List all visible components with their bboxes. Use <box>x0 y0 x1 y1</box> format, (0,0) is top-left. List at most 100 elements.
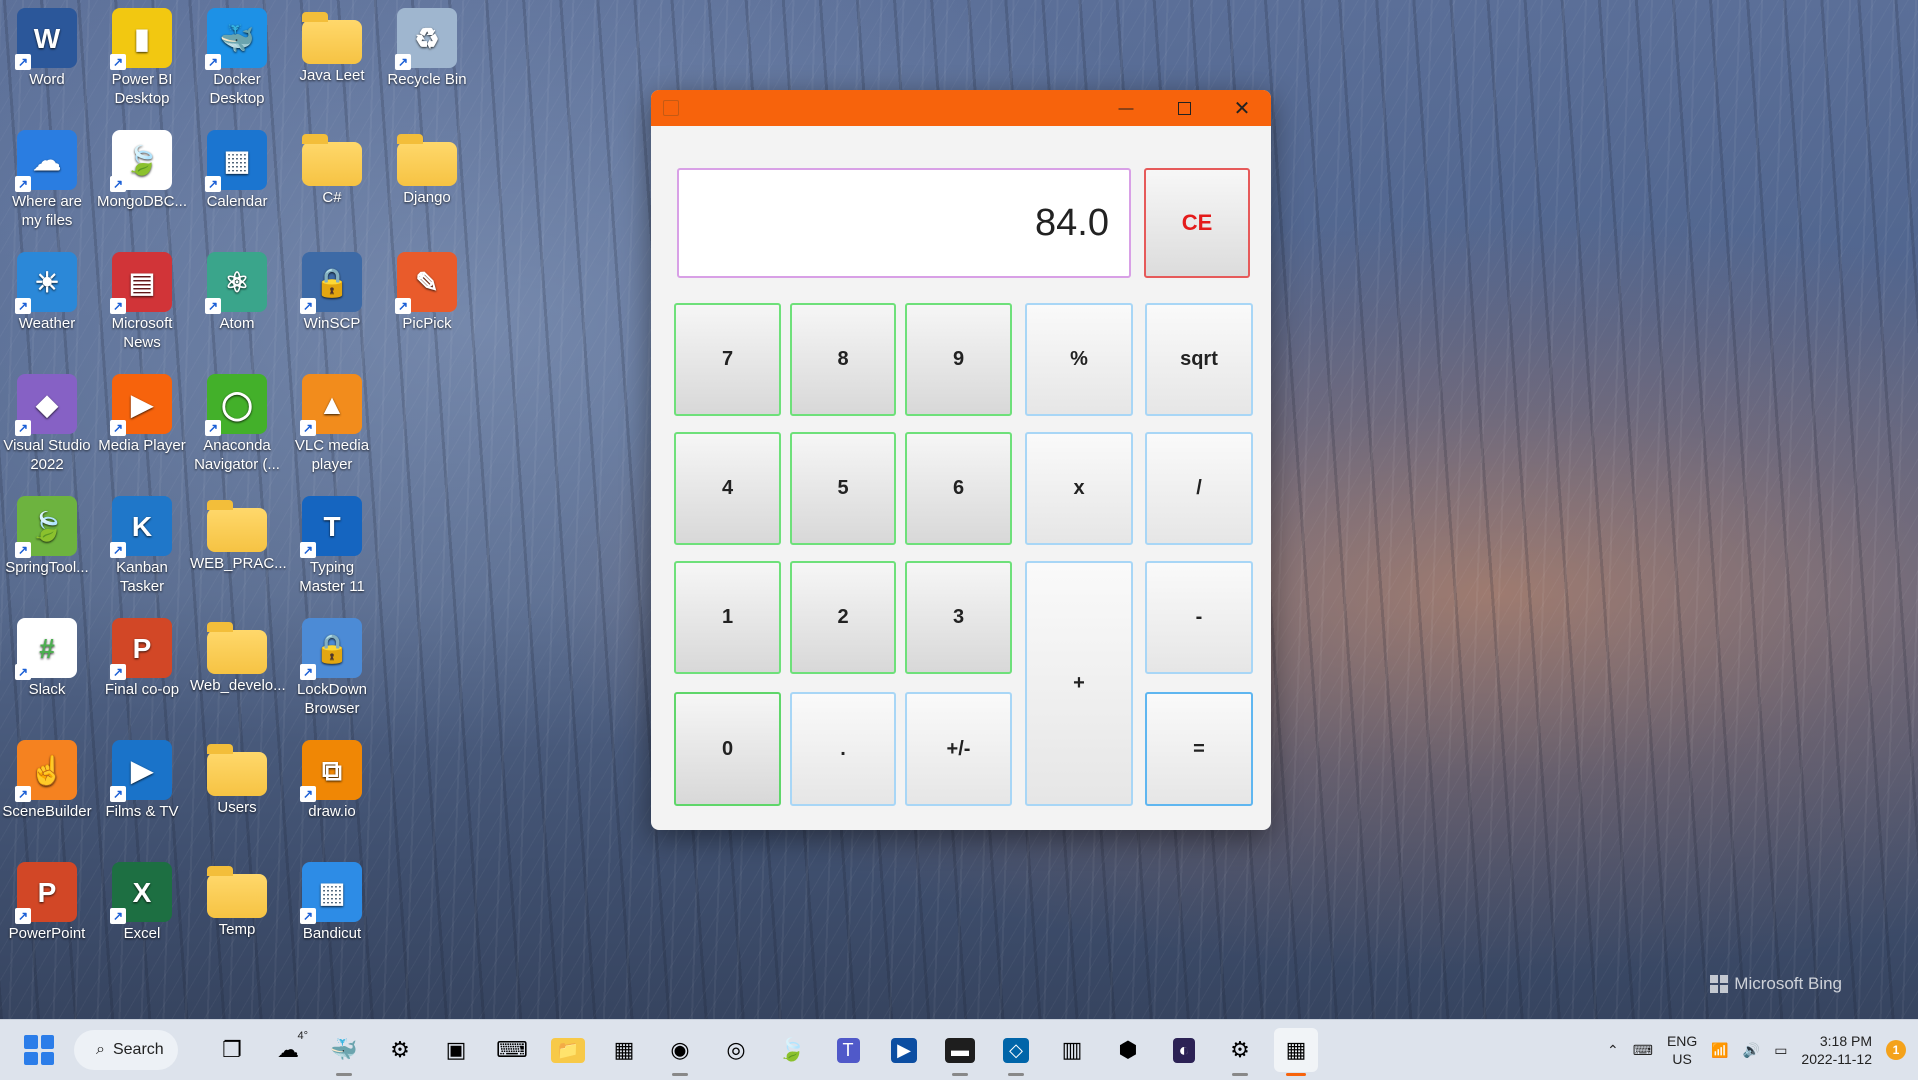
key-4[interactable]: 4 <box>674 432 781 545</box>
desktop-icon[interactable]: ▦ ↗ Calendar <box>190 122 284 211</box>
desktop-icon[interactable]: 🔒 ↗ WinSCP <box>285 244 379 333</box>
taskbar-app[interactable]: ▶ <box>882 1028 926 1072</box>
taskbar-app[interactable]: ❐ <box>210 1028 254 1072</box>
desktop-icon[interactable]: WEB_PRAC... <box>190 488 287 573</box>
multiply-button[interactable]: x <box>1025 432 1133 545</box>
taskbar-app[interactable]: ⚙ <box>378 1028 422 1072</box>
taskbar-app[interactable]: ◉ <box>658 1028 702 1076</box>
desktop-icon[interactable]: P ↗ PowerPoint <box>0 854 94 943</box>
shortcut-arrow-icon: ↗ <box>300 542 316 558</box>
desktop-icon[interactable]: 🍃 ↗ SpringTool... <box>0 488 94 577</box>
key-2[interactable]: 2 <box>790 561 896 674</box>
desktop-icon[interactable]: ▮ ↗ Power BI Desktop <box>95 0 189 108</box>
language-indicator[interactable]: ENG US <box>1667 1032 1697 1068</box>
taskbar-app[interactable]: ◎ <box>714 1028 758 1072</box>
shortcut-arrow-icon: ↗ <box>300 420 316 436</box>
desktop-icon[interactable]: 🐳 ↗ Docker Desktop <box>190 0 284 108</box>
key-8[interactable]: 8 <box>790 303 896 416</box>
key-5[interactable]: 5 <box>790 432 896 545</box>
taskbar-app[interactable]: ◐ <box>1162 1028 1206 1072</box>
wifi-icon[interactable]: 📶 <box>1711 1042 1728 1059</box>
desktop-icon[interactable]: ☀ ↗ Weather <box>0 244 94 333</box>
taskbar-app[interactable]: ▬ <box>938 1028 982 1076</box>
desktop-icon[interactable]: ▶ ↗ Films & TV <box>95 732 189 821</box>
taskbar-app[interactable]: ⚙ <box>1218 1028 1262 1076</box>
taskbar-app[interactable]: ☁ 4° <box>266 1028 310 1072</box>
desktop-icon[interactable]: ☝ ↗ SceneBuilder <box>0 732 94 821</box>
key-6[interactable]: 6 <box>905 432 1012 545</box>
decimal-point-button[interactable]: . <box>790 692 896 806</box>
desktop-icon[interactable]: ▶ ↗ Media Player <box>95 366 189 455</box>
taskbar-search[interactable]: ⌕ Search <box>74 1030 178 1070</box>
minus-button[interactable]: - <box>1145 561 1253 674</box>
shortcut-arrow-icon: ↗ <box>395 54 411 70</box>
divide-button[interactable]: / <box>1145 432 1253 545</box>
sqrt-button[interactable]: sqrt <box>1145 303 1253 416</box>
key-3[interactable]: 3 <box>905 561 1012 674</box>
desktop-icon[interactable]: ✎ ↗ PicPick <box>380 244 474 333</box>
bing-logo-icon <box>1710 975 1729 993</box>
taskbar-app[interactable]: T <box>826 1028 870 1072</box>
close-button[interactable]: ✕ <box>1213 90 1271 126</box>
desktop-icon[interactable]: K ↗ Kanban Tasker <box>95 488 189 596</box>
chevron-up-icon[interactable]: ⌃ <box>1607 1042 1619 1059</box>
desktop-icon[interactable]: ▲ ↗ VLC media player <box>285 366 379 474</box>
desktop-icon[interactable]: C# <box>285 122 379 207</box>
taskbar-app[interactable]: 🐳 <box>322 1028 366 1076</box>
equals-button[interactable]: = <box>1145 692 1253 806</box>
media-player-icon: ▶ ↗ <box>110 374 172 436</box>
desktop-icon[interactable]: ⚛ ↗ Atom <box>190 244 284 333</box>
desktop-icon[interactable]: # ↗ Slack <box>0 610 94 699</box>
taskbar-app[interactable]: ▦ <box>1274 1028 1318 1076</box>
title-bar[interactable]: — ✕ <box>651 90 1271 126</box>
desktop-icon[interactable]: Users <box>190 732 284 817</box>
desktop-icon-label: Users <box>217 799 257 816</box>
plus-button[interactable]: + <box>1025 561 1133 806</box>
volume-icon[interactable]: 🔊 <box>1743 1042 1760 1059</box>
desktop-icon[interactable]: ▤ ↗ Microsoft News <box>95 244 189 352</box>
clear-entry-button[interactable]: CE <box>1144 168 1250 278</box>
taskbar-app[interactable]: ⌨ <box>490 1028 534 1072</box>
key-9[interactable]: 9 <box>905 303 1012 416</box>
taskbar-app[interactable]: ⬢ <box>1106 1028 1150 1072</box>
desktop-icon[interactable]: ⧉ ↗ draw.io <box>285 732 379 821</box>
negate-button[interactable]: +/- <box>905 692 1012 806</box>
desktop-icon[interactable]: 🍃 ↗ MongoDBC... <box>95 122 189 211</box>
desktop-icon[interactable]: Django <box>380 122 474 207</box>
key-7[interactable]: 7 <box>674 303 781 416</box>
taskbar-app[interactable]: ◇ <box>994 1028 1038 1076</box>
desktop-icon-label: Word <box>29 71 65 88</box>
vlc-icon: ▲ ↗ <box>300 374 362 436</box>
desktop-icon[interactable]: W ↗ Word <box>0 0 94 89</box>
desktop-icon[interactable]: Web_develo... <box>190 610 286 695</box>
desktop-icon[interactable]: Java Leet <box>285 0 379 85</box>
desktop-icon[interactable]: 🔒 ↗ LockDown Browser <box>285 610 379 718</box>
taskbar-app[interactable]: ▥ <box>1050 1028 1094 1072</box>
taskbar-app[interactable]: 🍃 <box>770 1028 814 1072</box>
desktop-icon[interactable]: Temp <box>190 854 284 939</box>
taskbar-app[interactable]: ▣ <box>434 1028 478 1072</box>
battery-icon[interactable]: ▭ <box>1774 1042 1787 1059</box>
desktop-icon[interactable]: ♻ ↗ Recycle Bin <box>380 0 474 89</box>
desktop-icon[interactable]: ▦ ↗ Bandicut <box>285 854 379 943</box>
clock[interactable]: 3:18 PM 2022-11-12 <box>1801 1032 1872 1068</box>
desktop-icon[interactable]: ◆ ↗ Visual Studio 2022 <box>0 366 94 474</box>
start-button[interactable] <box>24 1035 54 1065</box>
desktop-icon[interactable]: X ↗ Excel <box>95 854 189 943</box>
powerpoint-file-icon: P ↗ <box>110 618 172 680</box>
taskbar-app[interactable]: 📁 <box>546 1028 590 1072</box>
desktop-icon[interactable]: ☁ ↗ Where are my files <box>0 122 94 230</box>
taskbar-app[interactable]: ▦ <box>602 1028 646 1072</box>
minimize-button[interactable]: — <box>1097 90 1155 126</box>
shortcut-arrow-icon: ↗ <box>15 298 31 314</box>
desktop-icon[interactable]: ◯ ↗ Anaconda Navigator (... <box>190 366 284 474</box>
percent-button[interactable]: % <box>1025 303 1133 416</box>
notification-badge[interactable]: 1 <box>1886 1040 1906 1060</box>
key-1[interactable]: 1 <box>674 561 781 674</box>
keyboard-icon[interactable]: ⌨ <box>1633 1042 1653 1059</box>
maximize-button[interactable] <box>1155 90 1213 126</box>
desktop-icon[interactable]: T ↗ Typing Master 11 <box>285 488 379 596</box>
desktop-icon-label: SpringTool... <box>5 559 89 576</box>
key-0[interactable]: 0 <box>674 692 781 806</box>
desktop-icon[interactable]: P ↗ Final co-op <box>95 610 189 699</box>
